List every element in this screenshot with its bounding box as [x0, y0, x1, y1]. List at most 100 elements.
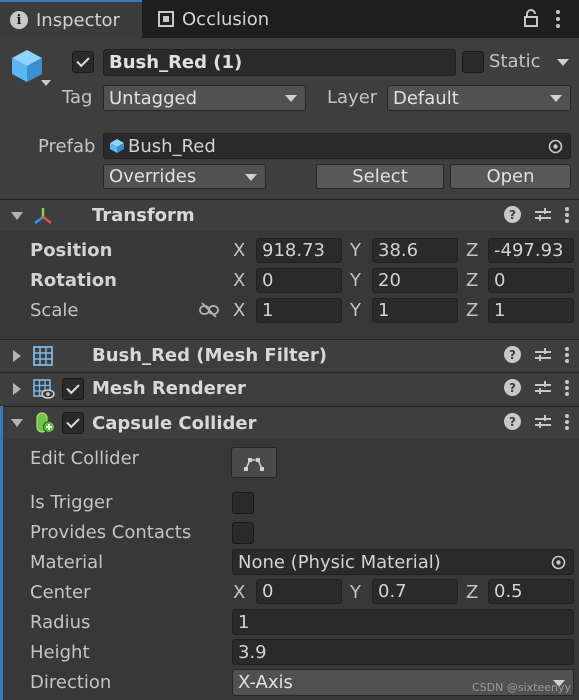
- static-dropdown-arrow[interactable]: [557, 59, 569, 66]
- component-menu-icon[interactable]: [565, 413, 569, 430]
- position-z-field[interactable]: -497.93: [488, 238, 574, 263]
- layer-value: Default: [393, 87, 459, 109]
- active-checkbox[interactable]: [72, 51, 94, 73]
- rotation-label: Rotation: [30, 270, 117, 291]
- provides-contacts-label: Provides Contacts: [30, 522, 192, 543]
- position-x-value: 918.73: [262, 240, 325, 261]
- capsule-collider-foldout-icon[interactable]: [11, 419, 23, 427]
- capsule-collider-enabled-checkbox[interactable]: [62, 412, 84, 434]
- tag-value: Untagged: [109, 87, 198, 109]
- help-icon[interactable]: ?: [504, 206, 521, 223]
- mesh-filter-grid-icon: [33, 346, 53, 366]
- layer-dropdown[interactable]: Default: [387, 85, 571, 111]
- position-z-label: Z: [466, 240, 479, 261]
- scale-x-value: 1: [262, 300, 274, 321]
- capsule-collider-icon: [36, 412, 55, 433]
- tag-dropdown[interactable]: Untagged: [103, 85, 306, 111]
- rotation-x-field[interactable]: 0: [256, 268, 342, 293]
- scale-y-label: Y: [350, 300, 361, 321]
- component-menu-icon[interactable]: [565, 206, 569, 223]
- edit-bounds-icon: [244, 457, 264, 471]
- material-field[interactable]: None (Physic Material): [232, 549, 574, 575]
- mesh-renderer-foldout-icon[interactable]: [13, 383, 21, 395]
- overrides-label: Overrides: [109, 166, 197, 187]
- open-button-label: Open: [486, 166, 535, 187]
- mesh-filter-header[interactable]: Bush_Red (Mesh Filter) ?: [0, 339, 579, 371]
- center-y-field[interactable]: 0.7: [372, 579, 458, 604]
- presets-icon[interactable]: [535, 380, 551, 395]
- center-z-value: 0.5: [494, 581, 523, 602]
- scale-x-field[interactable]: 1: [256, 298, 342, 323]
- mesh-filter-foldout-icon[interactable]: [13, 350, 21, 362]
- center-y-value: 0.7: [378, 581, 407, 602]
- mesh-renderer-header[interactable]: Mesh Renderer ?: [0, 372, 579, 404]
- gameobject-cube-icon: [12, 50, 42, 82]
- capsule-collider-header[interactable]: Capsule Collider ?: [0, 406, 579, 439]
- transform-axes-icon: [34, 208, 52, 224]
- height-label: Height: [30, 642, 90, 663]
- help-icon[interactable]: ?: [504, 346, 521, 363]
- object-picker-icon[interactable]: [548, 139, 563, 154]
- transform-header[interactable]: Transform ?: [0, 199, 579, 231]
- select-button-label: Select: [352, 166, 408, 187]
- center-x-field[interactable]: 0: [256, 579, 342, 604]
- open-button[interactable]: Open: [450, 164, 571, 189]
- object-picker-icon[interactable]: [551, 555, 566, 570]
- direction-label: Direction: [30, 672, 112, 693]
- prefab-field[interactable]: Bush_Red: [103, 133, 571, 159]
- transform-foldout-icon[interactable]: [11, 212, 23, 220]
- overrides-dropdown[interactable]: Overrides: [103, 164, 266, 189]
- edit-collider-button[interactable]: [231, 447, 277, 478]
- tab-inspector-label: Inspector: [36, 9, 120, 31]
- direction-value: X-Axis: [238, 672, 293, 693]
- position-y-label: Y: [350, 240, 361, 261]
- icon-dropdown-arrow[interactable]: [41, 80, 51, 86]
- tab-inspector[interactable]: i Inspector: [0, 0, 142, 38]
- rotation-y-field[interactable]: 20: [372, 268, 458, 293]
- presets-icon[interactable]: [535, 347, 551, 362]
- object-name-text: Bush_Red (1): [109, 52, 243, 73]
- rotation-z-field[interactable]: 0: [488, 268, 574, 293]
- center-z-field[interactable]: 0.5: [488, 579, 574, 604]
- presets-icon[interactable]: [535, 207, 551, 222]
- scale-y-field[interactable]: 1: [372, 298, 458, 323]
- occlusion-icon: [158, 11, 174, 27]
- select-button[interactable]: Select: [316, 164, 444, 189]
- center-x-label: X: [233, 582, 246, 603]
- help-icon[interactable]: ?: [504, 413, 521, 430]
- rotation-y-label: Y: [350, 270, 361, 291]
- object-name-input[interactable]: Bush_Red (1): [103, 49, 456, 76]
- radius-field[interactable]: 1: [232, 609, 574, 635]
- position-y-field[interactable]: 38.6: [372, 238, 458, 263]
- position-x-label: X: [233, 240, 246, 261]
- scale-z-label: Z: [466, 300, 479, 321]
- tab-occlusion[interactable]: Occlusion: [148, 0, 298, 38]
- tag-label: Tag: [62, 87, 93, 108]
- scale-y-value: 1: [378, 300, 390, 321]
- is-trigger-checkbox[interactable]: [232, 492, 254, 514]
- mesh-renderer-enabled-checkbox[interactable]: [62, 378, 84, 400]
- is-trigger-label: Is Trigger: [30, 492, 113, 513]
- window-menu-icon[interactable]: [553, 9, 563, 29]
- height-field[interactable]: 3.9: [232, 639, 574, 665]
- scale-z-value: 1: [494, 300, 506, 321]
- constrain-proportions-icon[interactable]: [199, 302, 219, 318]
- center-label: Center: [30, 582, 91, 603]
- center-y-label: Y: [350, 582, 361, 603]
- mesh-renderer-icon: [33, 379, 55, 399]
- help-icon[interactable]: ?: [504, 379, 521, 396]
- provides-contacts-checkbox[interactable]: [232, 522, 254, 544]
- rotation-x-label: X: [233, 270, 246, 291]
- scale-z-field[interactable]: 1: [488, 298, 574, 323]
- static-checkbox[interactable]: [462, 51, 484, 73]
- scale-label: Scale: [30, 300, 79, 321]
- selection-accent-bar: [0, 406, 3, 700]
- center-x-value: 0: [262, 581, 274, 602]
- component-menu-icon[interactable]: [565, 379, 569, 396]
- lock-icon[interactable]: [523, 9, 539, 27]
- scale-x-label: X: [233, 300, 246, 321]
- position-x-field[interactable]: 918.73: [256, 238, 342, 263]
- position-label: Position: [30, 240, 113, 261]
- presets-icon[interactable]: [535, 414, 551, 429]
- component-menu-icon[interactable]: [565, 346, 569, 363]
